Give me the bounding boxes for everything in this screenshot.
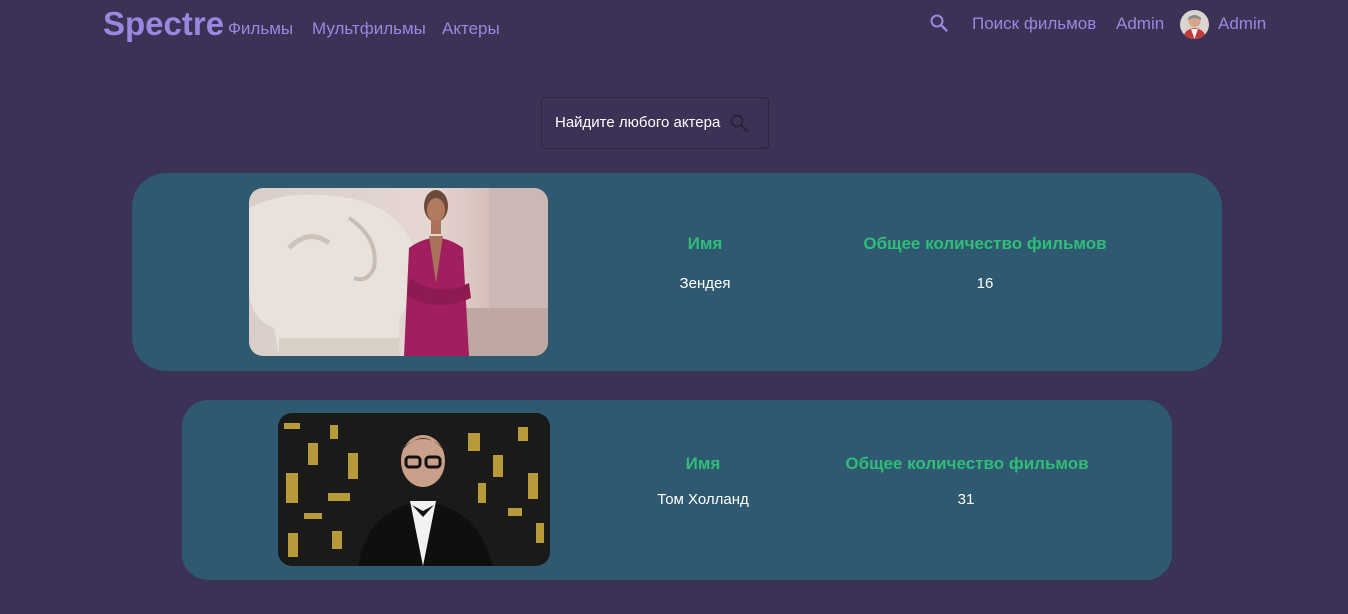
- top-navbar: Spectre Фильмы Мультфильмы Актеры Поиск …: [0, 0, 1348, 56]
- nav-link-films[interactable]: Фильмы: [228, 19, 293, 39]
- user-name[interactable]: Admin: [1218, 14, 1266, 34]
- search-placeholder: Найдите любого актера: [555, 114, 721, 131]
- search-icon[interactable]: [729, 113, 749, 133]
- avatar[interactable]: [1180, 10, 1209, 39]
- film-count: 31: [957, 491, 975, 508]
- film-count-header: Общее количество фильмов: [863, 234, 1107, 253]
- film-count-header: Общее количество фильмов: [845, 454, 1089, 473]
- name-header: Имя: [687, 234, 723, 253]
- logo[interactable]: Spectre: [103, 5, 224, 43]
- actor-search-input[interactable]: Найдите любого актера: [541, 97, 769, 149]
- nav-link-search-films[interactable]: Поиск фильмов: [972, 14, 1096, 34]
- actor-name: Том Холланд: [657, 491, 749, 508]
- nav-link-actors[interactable]: Актеры: [442, 19, 500, 39]
- film-count: 16: [976, 275, 994, 292]
- nav-link-cartoons[interactable]: Мультфильмы: [312, 19, 426, 39]
- name-header: Имя: [685, 454, 721, 473]
- nav-link-admin[interactable]: Admin: [1116, 14, 1164, 34]
- search-icon[interactable]: [929, 13, 949, 33]
- actor-card[interactable]: Имя Общее количество фильмов Том Холланд…: [182, 400, 1172, 580]
- actor-card[interactable]: Имя Общее количество фильмов Зендея 16: [132, 173, 1222, 371]
- actor-name: Зендея: [679, 275, 731, 292]
- actor-photo[interactable]: [249, 188, 548, 356]
- actor-photo[interactable]: [278, 413, 550, 566]
